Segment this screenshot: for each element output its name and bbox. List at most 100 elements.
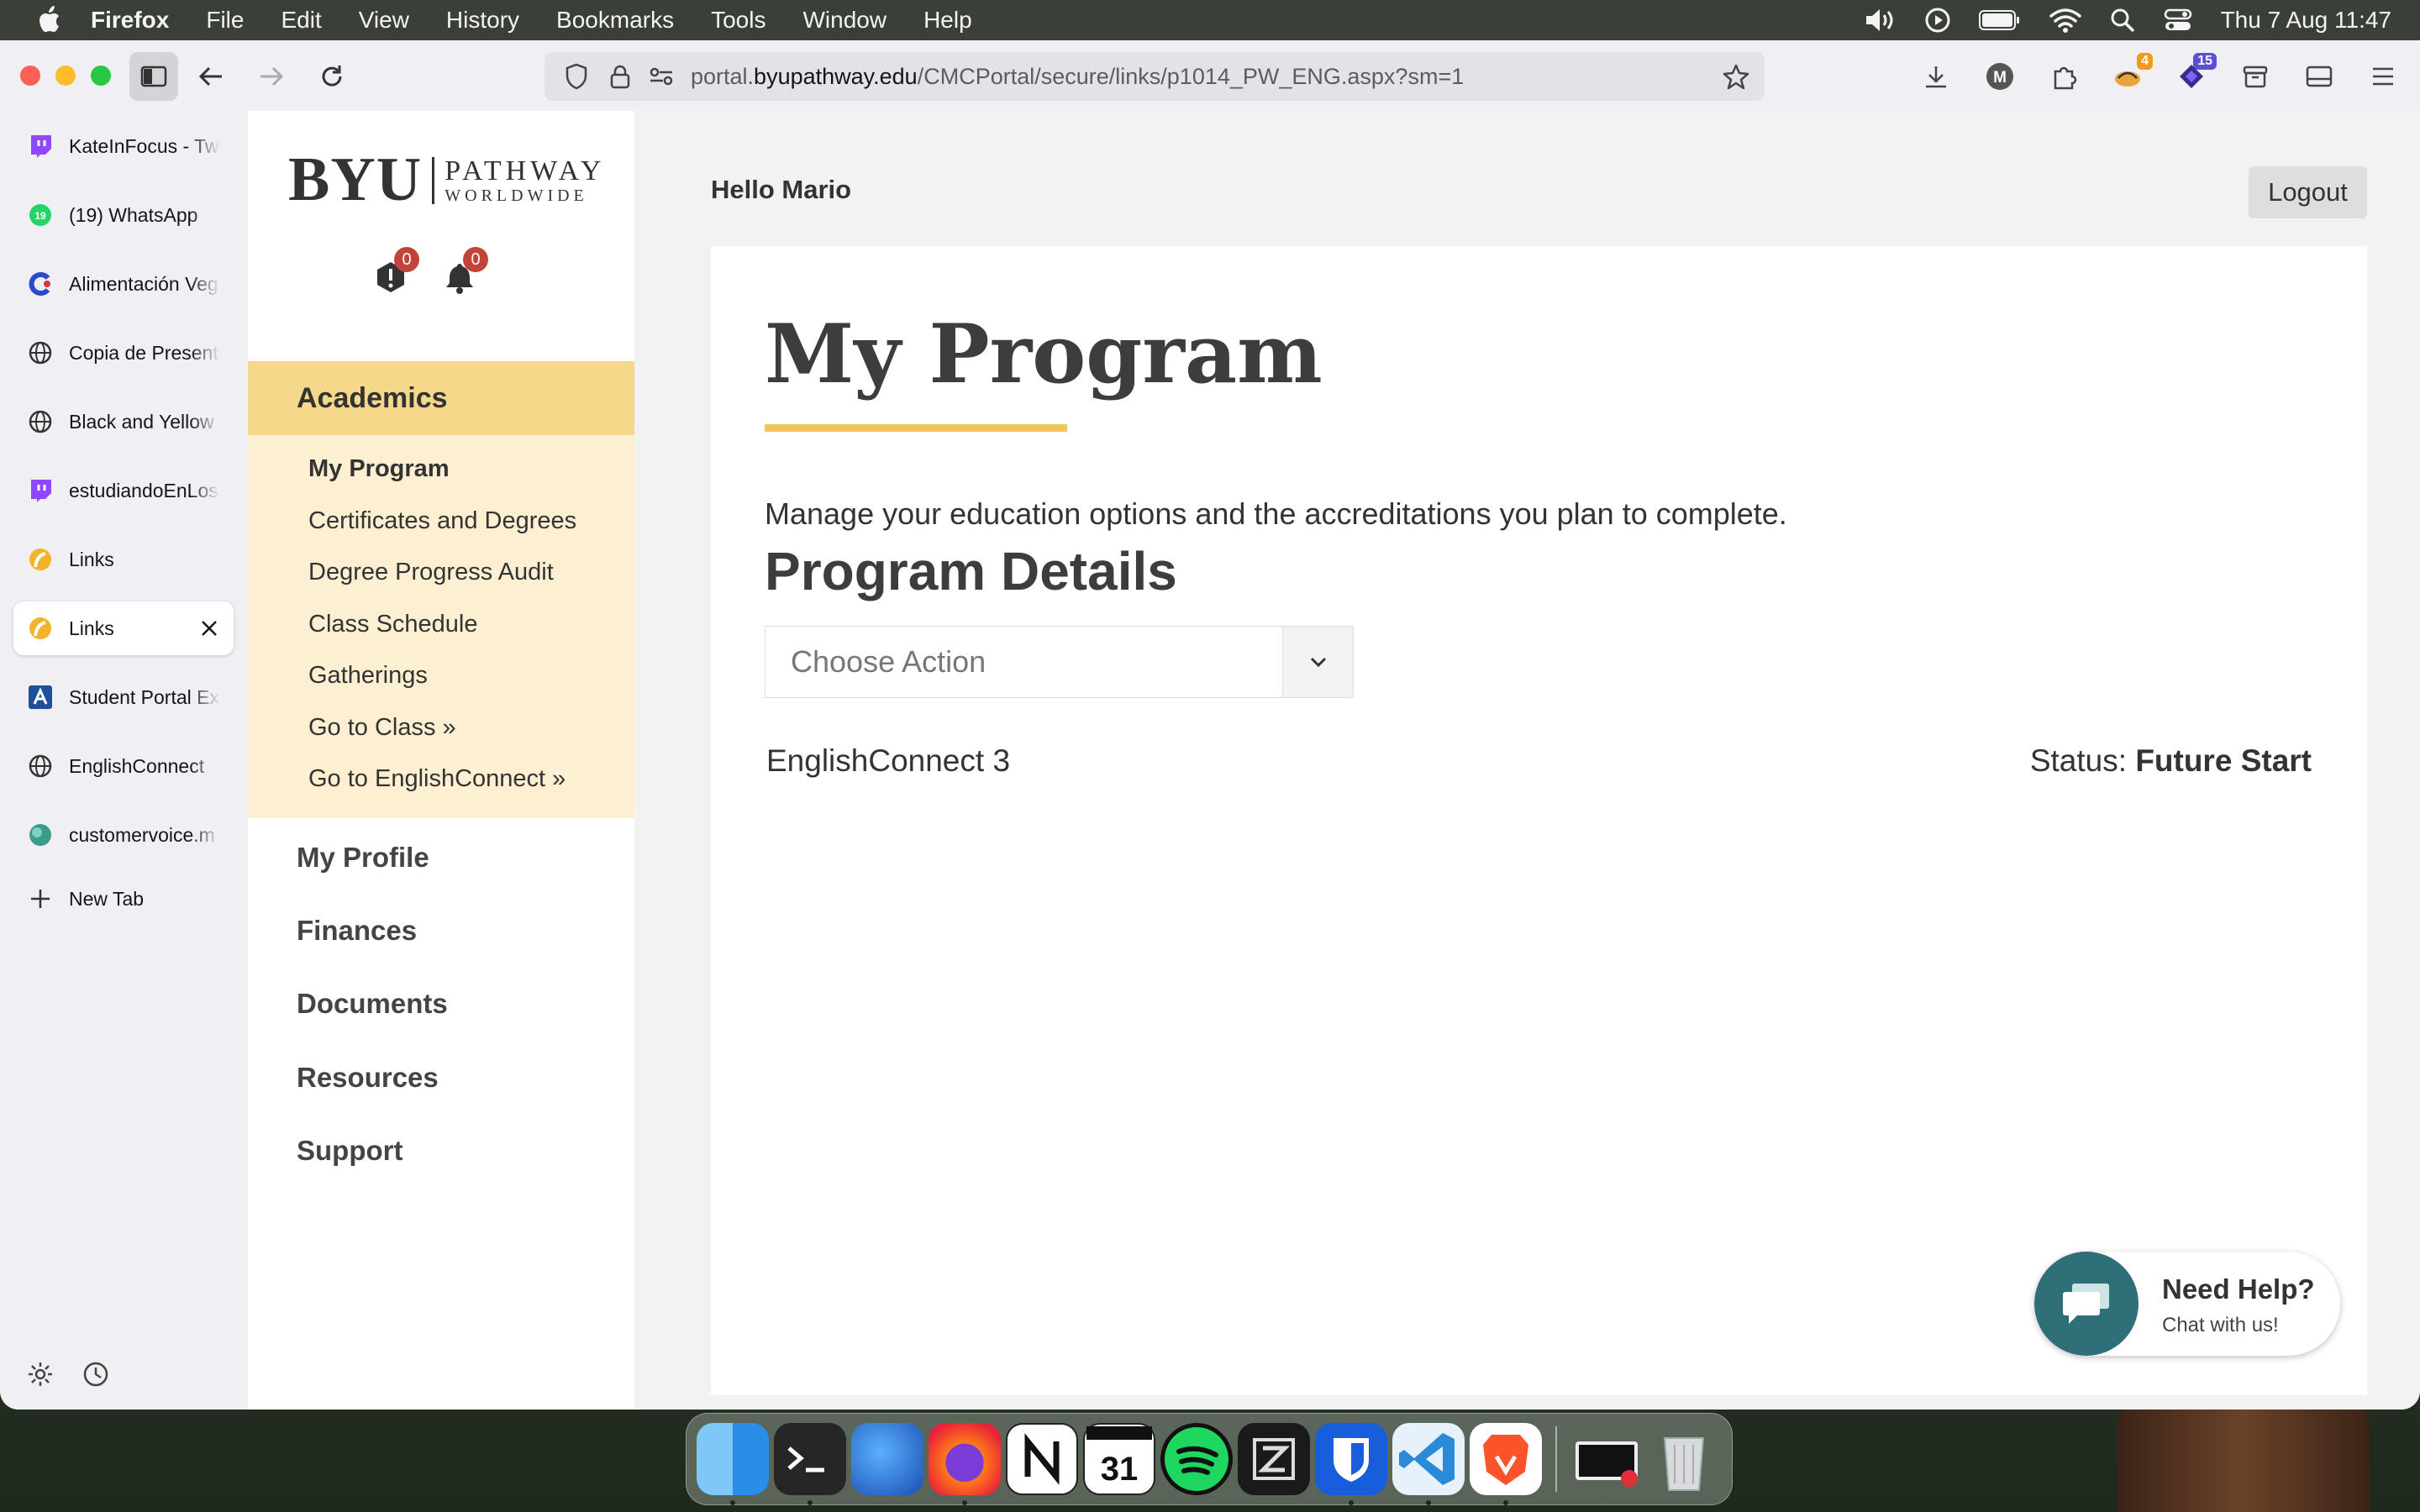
spotify-icon[interactable] [1160,1423,1233,1495]
logo-worldwide: WORLDWIDE [445,186,588,205]
nav-certificates-and-degrees[interactable]: Certificates and Degrees [248,496,634,548]
menu-window[interactable]: Window [802,7,886,34]
extension-badge-icon[interactable]: 4 [2107,53,2153,97]
menu-history[interactable]: History [446,7,519,34]
choose-action-select[interactable]: Choose Action [765,626,1354,698]
nav-finances[interactable]: Finances [297,915,417,947]
menubar-clock[interactable]: Thu 7 Aug 11:47 [2221,7,2391,34]
spotlight-search-icon[interactable] [2110,8,2135,33]
terminal-icon[interactable] [774,1423,846,1505]
globe-icon [27,753,54,780]
menu-bookmarks[interactable]: Bookmarks [556,7,674,34]
thunderbird-icon[interactable] [851,1423,923,1495]
c-logo-icon [27,270,54,297]
logo-byu: BYU [288,145,423,214]
menu-app-name[interactable]: Firefox [91,7,169,34]
account-icon[interactable]: M [1980,56,2020,97]
nav-go-to-class[interactable]: Go to Class » [248,702,634,754]
tab-label: EnglishConnect [69,754,205,777]
bookmark-star-icon[interactable] [1723,63,1749,90]
logout-button[interactable]: Logout [2249,166,2367,218]
new-tab-button[interactable]: New Tab [13,872,234,926]
bell-icon[interactable]: 0 [441,247,488,296]
menu-view[interactable]: View [359,7,409,34]
nav-academics[interactable]: Academics [248,361,634,435]
wifi-icon[interactable] [2049,8,2081,33]
vscode-icon[interactable] [1392,1423,1465,1505]
tab-item[interactable]: 19 (19) WhatsApp [13,188,234,242]
menu-edit[interactable]: Edit [281,7,321,34]
brave-icon[interactable] [1470,1423,1542,1505]
tab-item[interactable]: estudiandoEnLos [13,464,234,517]
menu-tools[interactable]: Tools [711,7,765,34]
bitwarden-icon[interactable] [1315,1423,1387,1505]
window-zoom-button[interactable] [91,66,111,86]
alert-icon[interactable]: 0 [372,247,419,296]
control-center-icon[interactable] [2164,8,2192,33]
dock-separator [1555,1426,1557,1492]
firefox-icon[interactable] [929,1423,1001,1505]
help-subtitle: Chat with us! [2162,1314,2279,1336]
sidebar-toggle-icon[interactable] [129,52,178,101]
tab-item-active[interactable]: Links [13,601,234,655]
forward-arrow-icon[interactable] [252,57,291,96]
site-permissions-icon[interactable] [649,66,674,87]
volume-icon[interactable] [1865,8,1897,33]
trash-icon[interactable] [1648,1423,1720,1495]
nav-gatherings[interactable]: Gatherings [248,650,634,702]
calendar-day: 31 [1101,1451,1139,1488]
nav-my-program[interactable]: My Program [248,444,634,496]
tab-item[interactable]: Student Portal Ex [13,670,234,724]
settings-gear-icon[interactable] [27,1361,54,1388]
tab-item[interactable]: Copia de Present [13,326,234,380]
window-close-button[interactable] [20,66,40,86]
extension-count-badge-2: 15 [2193,53,2217,70]
nav-resources[interactable]: Resources [297,1062,439,1094]
window-minimize-button[interactable] [55,66,76,86]
url-bar[interactable]: portal. byupathway.edu/CMCPortal/secure/l… [544,52,1765,101]
section-title: Program Details [765,541,1177,601]
downloads-icon[interactable] [1916,56,1956,97]
nav-documents[interactable]: Documents [297,988,448,1020]
screen-recorder-icon[interactable] [1570,1423,1643,1495]
zed-icon[interactable] [1238,1423,1310,1495]
tab-item[interactable]: Links [13,533,234,586]
calendar-icon[interactable]: 31 [1083,1423,1155,1495]
extension-diamond-icon[interactable]: 15 [2171,53,2217,97]
back-arrow-icon[interactable] [192,57,230,96]
tab-item[interactable]: Alimentación Veg [13,257,234,311]
history-clock-icon[interactable] [82,1361,109,1388]
program-status: Status: Future Start [2030,743,2312,779]
nav-go-to-englishconnect[interactable]: Go to EnglishConnect » [248,753,634,806]
tab-item[interactable]: KateInFocus - Tw [13,119,234,173]
battery-icon[interactable] [1978,9,2021,31]
sidebar-panel-icon[interactable] [2299,56,2339,97]
nav-degree-progress-audit[interactable]: Degree Progress Audit [248,547,634,599]
tab-item[interactable]: Black and Yellow [13,395,234,449]
page-title: My Program [765,307,1323,402]
archive-icon[interactable] [2235,56,2275,97]
nav-support[interactable]: Support [297,1135,402,1167]
tab-label: Links [69,548,114,570]
extensions-icon[interactable] [2044,56,2084,97]
tab-item[interactable]: EnglishConnect [13,739,234,793]
nav-class-schedule[interactable]: Class Schedule [248,599,634,651]
notion-icon[interactable] [1006,1423,1078,1495]
apple-menu-icon[interactable] [32,6,66,34]
byu-pathway-logo[interactable]: BYU PATHWAY WORLDWIDE [288,144,605,216]
now-playing-icon[interactable] [1925,8,1950,33]
hamburger-menu-icon[interactable] [2363,56,2403,97]
finder-icon[interactable] [697,1423,769,1505]
lock-icon[interactable] [610,64,630,89]
plus-icon [27,885,54,912]
chevron-down-icon[interactable] [1282,627,1353,697]
close-tab-icon[interactable] [200,619,218,638]
tab-item[interactable]: customervoice.m [13,808,234,862]
chat-help-widget[interactable]: Need Help? Chat with us! [2034,1252,2340,1356]
menu-help[interactable]: Help [923,7,972,34]
nav-my-profile[interactable]: My Profile [297,842,429,874]
new-tab-label: New Tab [69,887,145,910]
tracking-protection-icon[interactable] [565,63,588,90]
reload-icon[interactable] [313,57,351,96]
menu-file[interactable]: File [206,7,244,34]
